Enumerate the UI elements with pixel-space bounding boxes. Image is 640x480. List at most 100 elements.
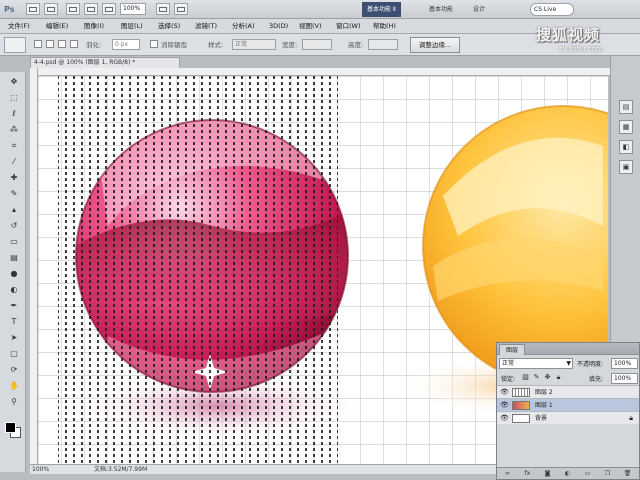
visibility-eye-icon[interactable]: 👁︎ [500, 388, 509, 397]
bridge-icon[interactable] [26, 3, 40, 15]
visibility-eye-icon[interactable]: 👁︎ [500, 401, 509, 410]
layer-thumbnail [512, 388, 530, 397]
application-bar: Ps 100% 基本功能 Ⅱ 基本功能 设计 CS Live [0, 0, 640, 19]
lock-all-icon[interactable]: 🔒︎ [554, 373, 563, 382]
lock-position-icon[interactable]: ✥ [543, 373, 552, 382]
feather-input[interactable]: 0 px [112, 39, 140, 50]
menu-3d[interactable]: 3D(D) [269, 19, 288, 34]
zoom-tool-icon[interactable]: ⚲ [8, 396, 20, 407]
3d-rotate-tool-icon[interactable]: ⟳ [8, 364, 20, 375]
width-input[interactable] [302, 39, 332, 50]
move-tool-icon[interactable]: ✥ [8, 76, 20, 87]
menu-window[interactable]: 窗口(W) [336, 19, 361, 34]
layer-name: 背景 [535, 415, 548, 422]
antialias-checkbox[interactable] [150, 40, 158, 48]
delete-layer-icon[interactable]: 🗑︎ [623, 470, 632, 478]
menu-select[interactable]: 选择(S) [158, 19, 180, 34]
layer-style-icon[interactable]: fx [523, 470, 532, 478]
document-tab[interactable]: 4-4.psd @ 100% (图层 1, RGB/8) * [30, 57, 180, 68]
menu-edit[interactable]: 编辑(E) [46, 19, 68, 34]
tool-preset-picker[interactable] [4, 37, 26, 53]
menu-filter[interactable]: 滤镜(T) [195, 19, 217, 34]
style-select[interactable]: 正常 [232, 39, 276, 50]
layer-name: 图层 1 [535, 402, 553, 409]
workspace-basic-button[interactable]: 基本功能 [424, 2, 458, 17]
new-selection-icon[interactable] [34, 40, 42, 48]
zoom-tool-icon[interactable] [84, 3, 98, 15]
foreground-color-swatch[interactable] [5, 422, 16, 433]
workspace-basic-2-button[interactable]: 基本功能 Ⅱ [362, 2, 401, 17]
menu-layer[interactable]: 图层(L) [121, 19, 143, 34]
dodge-tool-icon[interactable]: ◐ [8, 284, 20, 295]
watermark-url: tv.sohu.com [560, 45, 603, 53]
styles-panel-icon[interactable]: ▣ [619, 160, 633, 174]
crop-tool-icon[interactable]: ⌗ [8, 140, 20, 151]
arrange-documents-icon[interactable] [156, 3, 170, 15]
new-group-icon[interactable]: ▭ [583, 470, 592, 478]
mini-bridge-icon[interactable] [44, 3, 58, 15]
swatches-panel-icon[interactable]: ▦ [619, 120, 633, 134]
clone-stamp-tool-icon[interactable]: ▴ [8, 204, 20, 215]
add-selection-icon[interactable] [46, 40, 54, 48]
menu-help[interactable]: 帮助(H) [373, 19, 396, 34]
zoom-level-select[interactable]: 100% [120, 3, 146, 15]
fill-input[interactable]: 100% [611, 373, 638, 384]
screen-mode-icon[interactable] [174, 3, 188, 15]
brush-tool-icon[interactable]: ✎ [8, 188, 20, 199]
vertical-ruler[interactable] [30, 68, 38, 464]
cs-live-button[interactable]: CS Live [530, 3, 574, 16]
lasso-tool-icon[interactable]: ℓ [8, 108, 20, 119]
view-extras-icon[interactable] [66, 3, 80, 15]
layer-mask-icon[interactable]: ◙ [543, 470, 552, 478]
blend-mode-select[interactable]: 正常 ▼ [499, 358, 573, 369]
toolbox: ✥ ⬚ ℓ ⁂ ⌗ ⁄ ✚ ✎ ▴ ↺ ▭ ▤ ● ◐ ✒ T ➤ ▢ ⟳ ✋ … [0, 72, 26, 472]
magic-wand-tool-icon[interactable]: ⁂ [8, 124, 20, 135]
layer-row-layer-2[interactable]: 👁︎ 图层 2 [497, 385, 639, 398]
blend-row: 正常 ▼ 不透明度: 100% [497, 355, 639, 371]
eraser-tool-icon[interactable]: ▭ [8, 236, 20, 247]
opacity-input[interactable]: 100% [611, 358, 638, 369]
adjustments-panel-icon[interactable]: ◧ [619, 140, 633, 154]
healing-brush-tool-icon[interactable]: ✚ [8, 172, 20, 183]
history-panel-icon[interactable]: ▤ [619, 100, 633, 114]
workspace-design-button[interactable]: 设计 [468, 2, 490, 17]
new-layer-icon[interactable]: ❐ [603, 470, 612, 478]
status-zoom[interactable]: 100% [32, 465, 49, 474]
layer-row-layer-1[interactable]: 👁︎ 图层 1 [497, 398, 639, 411]
menu-file[interactable]: 文件(F) [8, 19, 30, 34]
lock-pixels-icon[interactable]: ✎ [532, 373, 541, 382]
intersect-selection-icon[interactable] [70, 40, 78, 48]
refine-edge-button[interactable]: 调整边缘... [410, 37, 460, 53]
status-document-size[interactable]: 文档:3.52M/7.99M [94, 465, 147, 474]
visibility-eye-icon[interactable]: 👁︎ [500, 414, 509, 423]
history-brush-tool-icon[interactable]: ↺ [8, 220, 20, 231]
subtract-selection-icon[interactable] [58, 40, 66, 48]
hand-tool-icon[interactable]: ✋ [8, 380, 20, 391]
marquee-tool-icon[interactable]: ⬚ [8, 92, 20, 103]
menu-view[interactable]: 视图(V) [299, 19, 322, 34]
path-selection-tool-icon[interactable]: ➤ [8, 332, 20, 343]
gradient-tool-icon[interactable]: ▤ [8, 252, 20, 263]
blur-tool-icon[interactable]: ● [8, 268, 20, 279]
lock-transparency-icon[interactable]: ▧ [521, 373, 530, 382]
menu-image[interactable]: 图像(I) [84, 19, 104, 34]
layer-row-background[interactable]: 👁︎ 背景 🔒︎ [497, 411, 639, 424]
hand-tool-icon[interactable] [102, 3, 116, 15]
shape-tool-icon[interactable]: ▢ [8, 348, 20, 359]
photoshop-window: Ps 100% 基本功能 Ⅱ 基本功能 设计 CS Live 文件(F) 编辑(… [0, 0, 640, 480]
type-tool-icon[interactable]: T [8, 316, 20, 327]
layers-tab[interactable]: 图层 [499, 344, 526, 355]
lock-row: 锁定: ▧ ✎ ✥ 🔒︎ 填充: 100% [497, 371, 639, 385]
link-layers-icon[interactable]: ∞ [503, 470, 512, 478]
height-input[interactable] [368, 39, 398, 50]
lock-label: 锁定: [501, 376, 516, 383]
height-label: 高度: [348, 41, 364, 49]
width-label: 宽度: [282, 41, 298, 49]
eyedropper-tool-icon[interactable]: ⁄ [8, 156, 20, 167]
pen-tool-icon[interactable]: ✒ [8, 300, 20, 311]
menu-analysis[interactable]: 分析(A) [232, 19, 255, 34]
layers-panel: 图层 正常 ▼ 不透明度: 100% 锁定: ▧ ✎ ✥ 🔒︎ 填充: 100% … [496, 342, 640, 480]
horizontal-ruler[interactable] [38, 68, 610, 76]
feather-label: 羽化: [86, 41, 102, 49]
adjustment-layer-icon[interactable]: ◐ [563, 470, 572, 478]
